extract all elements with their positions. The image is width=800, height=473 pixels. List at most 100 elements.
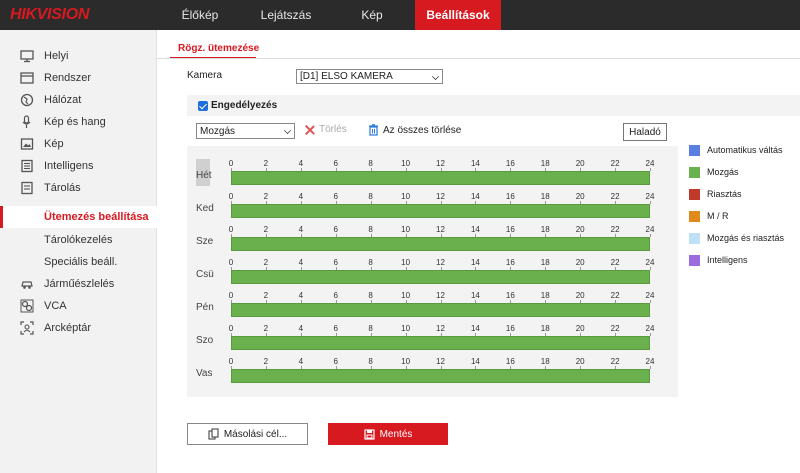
legend-swatch[interactable]	[689, 211, 700, 222]
day-label[interactable]: Szo	[196, 335, 213, 346]
hour-tick-label: 22	[610, 159, 620, 168]
hour-tick-label: 24	[645, 291, 655, 300]
vca-icon	[20, 299, 34, 313]
delete-label: Törlés	[319, 124, 347, 135]
copy-to-button[interactable]: Másolási cél...	[187, 423, 308, 445]
hour-tick-mark	[650, 267, 651, 270]
delete-button[interactable]: Törlés	[305, 124, 347, 135]
sidebar-item-face-library[interactable]: Arcképtár	[0, 317, 157, 339]
day-label[interactable]: Csü	[196, 269, 214, 280]
hour-tick-mark	[650, 366, 651, 369]
hour-tick-label: 2	[263, 324, 269, 333]
day-label[interactable]: Sze	[196, 236, 213, 247]
day-label[interactable]: Pén	[196, 302, 214, 313]
hour-tick-label: 0	[228, 324, 234, 333]
schedule-track[interactable]	[231, 237, 650, 251]
hour-tick-label: 4	[298, 192, 304, 201]
sidebar-item-network[interactable]: Hálózat	[0, 89, 157, 111]
sidebar-item-label: Helyi	[44, 50, 69, 62]
sidebar-item-schedule-settings[interactable]: Ütemezés beállítása	[0, 206, 157, 228]
hour-tick-label: 8	[368, 291, 373, 300]
sidebar-item-storage-management[interactable]: Tárolókezelés	[0, 229, 157, 251]
day-label[interactable]: Ked	[196, 203, 214, 214]
legend-swatch[interactable]	[689, 145, 700, 156]
sidebar-item-audio-video[interactable]: Kép és hang	[0, 111, 157, 133]
sidebar-item-vca[interactable]: VCA	[0, 295, 157, 317]
sidebar-item-vehicle-detection[interactable]: Járműészlelés	[0, 273, 157, 295]
delete-all-button[interactable]: Az összes törlése	[368, 124, 461, 136]
advanced-button[interactable]: Haladó	[623, 123, 667, 141]
hour-tick-label: 8	[368, 192, 373, 201]
save-icon	[363, 428, 375, 440]
schedule-track[interactable]	[231, 204, 650, 218]
sidebar-item-label: Hálózat	[44, 94, 82, 106]
hour-tick-label: 24	[645, 192, 655, 201]
hour-tick-label: 14	[470, 192, 480, 201]
hour-tick-label: 16	[505, 324, 515, 333]
hour-tick-label: 8	[368, 225, 373, 234]
monitor-icon	[20, 50, 34, 63]
schedule-track[interactable]	[231, 369, 650, 383]
nav-configuration[interactable]: Beállítások	[415, 0, 501, 30]
tab-record-schedule[interactable]: Rögz. ütemezése	[170, 38, 267, 58]
hour-tick-label: 22	[610, 291, 620, 300]
legend-swatch[interactable]	[689, 167, 700, 178]
hour-tick-label: 24	[645, 357, 655, 366]
hour-tick-label: 16	[505, 192, 515, 201]
enable-checkbox[interactable]	[198, 101, 208, 111]
copy-icon	[208, 428, 219, 440]
sidebar-item-system[interactable]: Rendszer	[0, 67, 157, 89]
camera-select[interactable]: [D1] ELSO KAMERA	[296, 69, 443, 84]
hour-tick-label: 20	[575, 357, 585, 366]
schedule-track[interactable]	[231, 336, 650, 350]
hour-tick-label: 16	[505, 357, 515, 366]
hour-tick-label: 14	[470, 357, 480, 366]
camera-label: Kamera	[187, 70, 223, 81]
globe-icon	[20, 93, 34, 107]
legend-swatch[interactable]	[689, 255, 700, 266]
sidebar-item-label: Speciális beáll.	[44, 256, 118, 268]
delete-all-label: Az összes törlése	[383, 124, 462, 136]
nav-playback[interactable]: Lejátszás	[243, 0, 329, 30]
audio-video-icon	[22, 115, 31, 128]
hour-tick-label: 6	[333, 357, 338, 366]
sidebar-item-image[interactable]: Kép	[0, 133, 157, 155]
schedule-track[interactable]	[231, 303, 650, 317]
schedule-track[interactable]	[231, 270, 650, 284]
nav-live-view[interactable]: Élőkép	[157, 0, 243, 30]
hour-tick-label: 6	[333, 258, 338, 267]
sidebar-item-smart[interactable]: Intelligens	[0, 155, 157, 177]
hour-tick-label: 10	[401, 291, 411, 300]
nav-picture[interactable]: Kép	[329, 0, 415, 30]
hour-tick-label: 22	[610, 324, 620, 333]
schedule-track[interactable]	[231, 171, 650, 185]
hour-tick-label: 0	[228, 258, 234, 267]
hour-tick-label: 2	[263, 159, 269, 168]
sidebar-item-label: Járműészlelés	[44, 278, 115, 290]
hour-tick-label: 18	[540, 324, 550, 333]
sidebar-item-storage[interactable]: Tárolás	[0, 177, 157, 199]
record-type-value: Mozgás	[200, 125, 236, 137]
hour-tick-label: 8	[368, 258, 373, 267]
hour-tick-label: 6	[333, 192, 338, 201]
day-label[interactable]: Hét	[196, 170, 212, 181]
legend-swatch[interactable]	[689, 189, 700, 200]
legend-swatch[interactable]	[689, 233, 700, 244]
record-type-select[interactable]: Mozgás	[196, 123, 295, 139]
hour-tick-label: 4	[298, 291, 304, 300]
hour-tick-label: 16	[505, 291, 515, 300]
smart-icon	[21, 159, 33, 173]
hour-tick-label: 6	[333, 291, 338, 300]
day-label[interactable]: Vas	[196, 368, 213, 379]
sidebar-item-advanced-settings[interactable]: Speciális beáll.	[0, 251, 157, 273]
hour-tick-label: 16	[505, 159, 515, 168]
hour-tick-label: 20	[575, 159, 585, 168]
sidebar-item-local[interactable]: Helyi	[0, 45, 157, 67]
hour-tick-label: 12	[436, 192, 445, 201]
hour-tick-label: 14	[470, 291, 480, 300]
hour-tick-label: 10	[401, 192, 411, 201]
hour-tick-label: 24	[645, 324, 655, 333]
hour-tick-label: 12	[436, 357, 445, 366]
hour-tick-label: 10	[401, 357, 411, 366]
save-button[interactable]: Mentés	[328, 423, 448, 445]
